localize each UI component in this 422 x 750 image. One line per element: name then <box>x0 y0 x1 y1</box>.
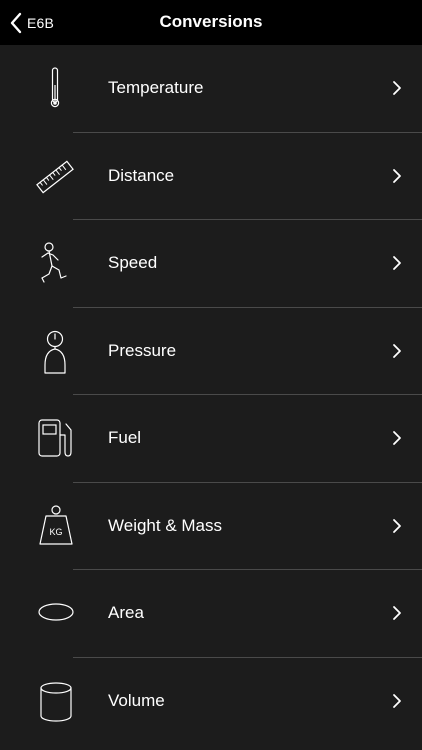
list-item-area[interactable]: Area <box>0 570 422 658</box>
chevron-right-icon <box>392 80 402 96</box>
chevron-right-icon <box>392 343 402 359</box>
runner-icon <box>25 238 85 290</box>
chevron-right-icon <box>392 255 402 271</box>
list-item-volume[interactable]: Volume <box>0 658 422 746</box>
chevron-right-icon <box>392 605 402 621</box>
list-item-distance[interactable]: Distance <box>0 133 422 220</box>
list-item-pressure[interactable]: Pressure <box>0 308 422 395</box>
list-item-label: Volume <box>108 690 165 710</box>
chevron-right-icon <box>392 518 402 534</box>
chevron-right-icon <box>392 168 402 184</box>
page-title: Conversions <box>159 12 263 31</box>
chevron-right-icon <box>392 430 402 446</box>
list-item-speed[interactable]: Speed <box>0 220 422 308</box>
fuel-pump-icon <box>25 413 85 465</box>
weight-icon-text: KG <box>49 527 62 537</box>
ellipse-area-icon <box>25 588 85 640</box>
list-item-label: Weight & Mass <box>108 515 223 535</box>
cylinder-icon <box>25 676 85 728</box>
list-item-label: Speed <box>108 253 158 272</box>
pressure-gauge-icon <box>25 326 85 378</box>
list-item-temperature[interactable]: Temperature <box>0 45 422 133</box>
list-item-label: Distance <box>108 165 175 185</box>
list-item-label: Fuel <box>108 428 142 447</box>
list-item-label: Temperature <box>108 78 204 97</box>
ruler-icon <box>25 151 85 203</box>
thermometer-icon <box>25 63 85 115</box>
navigation-bar: E6B Conversions <box>0 0 422 45</box>
conversions-list: Temperature Distance Speed Pressure Fuel… <box>0 45 422 745</box>
weight-kg-icon: KG <box>25 501 85 553</box>
list-item-label: Area <box>108 603 144 622</box>
list-item-fuel[interactable]: Fuel <box>0 395 422 483</box>
list-item-weight-mass[interactable]: KG Weight & Mass <box>0 483 422 570</box>
list-item-label: Pressure <box>108 340 177 360</box>
chevron-right-icon <box>392 693 402 709</box>
